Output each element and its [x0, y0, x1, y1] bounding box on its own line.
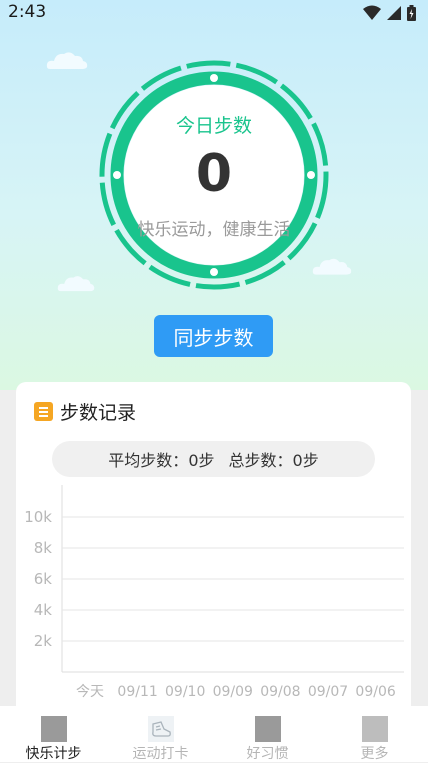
step-ring: 今日步数 0 快乐运动，健康生活: [97, 58, 331, 292]
habit-tab-icon: [254, 716, 281, 742]
tab-label: 更多: [360, 746, 389, 762]
walk-tab-icon: [40, 716, 67, 742]
x-tick-label: 09/10: [165, 684, 205, 700]
status-icons: [363, 4, 416, 22]
bottom-tab-bar: 快乐计步 运动打卡 好习惯 更多: [0, 706, 428, 762]
y-tick-label: 6k: [34, 570, 53, 588]
today-steps-count: 0: [195, 144, 233, 204]
x-tick-label: 09/08: [260, 684, 300, 700]
signal-icon: [387, 6, 401, 20]
status-bar: 2:43: [0, 0, 428, 26]
today-steps-title: 今日步数: [175, 115, 252, 137]
battery-icon: [407, 5, 416, 21]
y-tick-label: 4k: [34, 601, 53, 619]
tab-label: 运动打卡: [132, 746, 189, 762]
cloud-decoration: [57, 276, 95, 292]
wifi-icon: [363, 5, 381, 20]
x-tick-label: 09/11: [117, 684, 157, 700]
y-tick-label: 10k: [24, 508, 52, 526]
tab-more[interactable]: 更多: [321, 706, 428, 762]
x-tick-label: 09/06: [355, 684, 395, 700]
cloud-decoration: [46, 52, 88, 69]
slogan-text: 快乐运动，健康生活: [137, 220, 291, 240]
y-tick-label: 8k: [34, 539, 53, 557]
x-tick-label: 09/07: [308, 684, 348, 700]
y-tick-label: 2k: [34, 632, 53, 650]
x-tick-label: 09/09: [213, 684, 253, 700]
more-tab-icon: [361, 716, 388, 742]
sync-steps-button[interactable]: 同步步数: [154, 315, 273, 357]
tab-label: 好习惯: [246, 746, 289, 762]
tab-label: 快乐计步: [25, 746, 82, 762]
step-record-card: 步数记录 平均步数：0步 总步数：0步 2k 4k 6k 8k 10k 今天 09/11 09…: [16, 382, 411, 722]
steps-bar-chart: 2k 4k 6k 8k 10k 今天 09/11 09/10 09/09 09/08 09/07 09…: [24, 485, 404, 700]
status-time: 2:43: [8, 2, 47, 22]
tab-happy-steps[interactable]: 快乐计步: [0, 706, 107, 762]
tab-exercise-checkin[interactable]: 运动打卡: [107, 706, 214, 762]
sneaker-tab-icon: [147, 716, 174, 742]
x-tick-label: 今天: [76, 684, 104, 700]
tab-good-habits[interactable]: 好习惯: [214, 706, 321, 762]
